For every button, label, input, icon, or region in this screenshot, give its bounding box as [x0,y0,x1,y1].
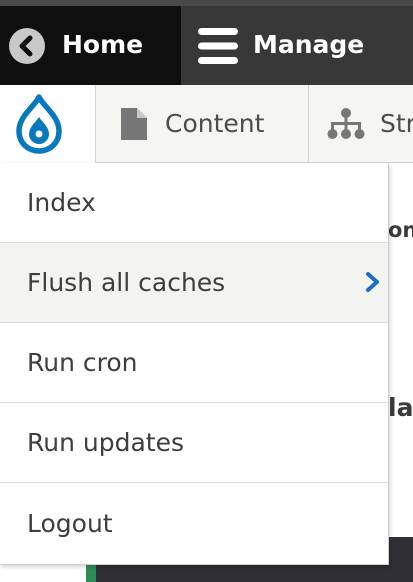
menu-item-label: Run cron [27,348,138,377]
menu-item-label: Run updates [27,428,184,457]
chevron-right-icon[interactable] [365,271,381,297]
back-circle-icon [9,28,45,64]
home-button[interactable]: Home [0,6,181,85]
document-icon [121,107,147,140]
menu-item-flush-all-caches[interactable]: Flush all caches [0,243,388,323]
drupal-logo-link[interactable] [0,85,96,163]
background-accent-strip [86,562,96,582]
background-text-fragment: on [388,218,413,242]
background-heading-fragment: la [388,393,413,422]
tab-content[interactable]: Content [97,85,309,162]
tab-content-label: Content [165,109,265,138]
menu-item-label: Flush all caches [27,268,226,297]
menu-item-label: Logout [27,509,113,538]
drupal-drop-icon [16,94,62,154]
home-label: Home [62,30,144,59]
admin-toolbar: Home Manage [0,0,413,85]
menu-item-label: Index [27,188,96,217]
tab-structure-label: Str [380,109,413,138]
sitemap-icon [327,107,365,139]
manage-button[interactable]: Manage [181,6,413,85]
menu-item-run-updates[interactable]: Run updates [0,403,388,483]
menu-item-index[interactable]: Index [0,163,388,243]
toolbar-tray: Content Str [0,85,413,163]
manage-dropdown-menu: Index Flush all caches Run cron Run upda… [0,163,389,565]
menu-item-logout[interactable]: Logout [0,483,388,564]
hamburger-icon [198,27,238,69]
menu-item-run-cron[interactable]: Run cron [0,323,388,403]
tab-structure[interactable]: Str [310,85,413,162]
manage-label: Manage [253,30,365,59]
